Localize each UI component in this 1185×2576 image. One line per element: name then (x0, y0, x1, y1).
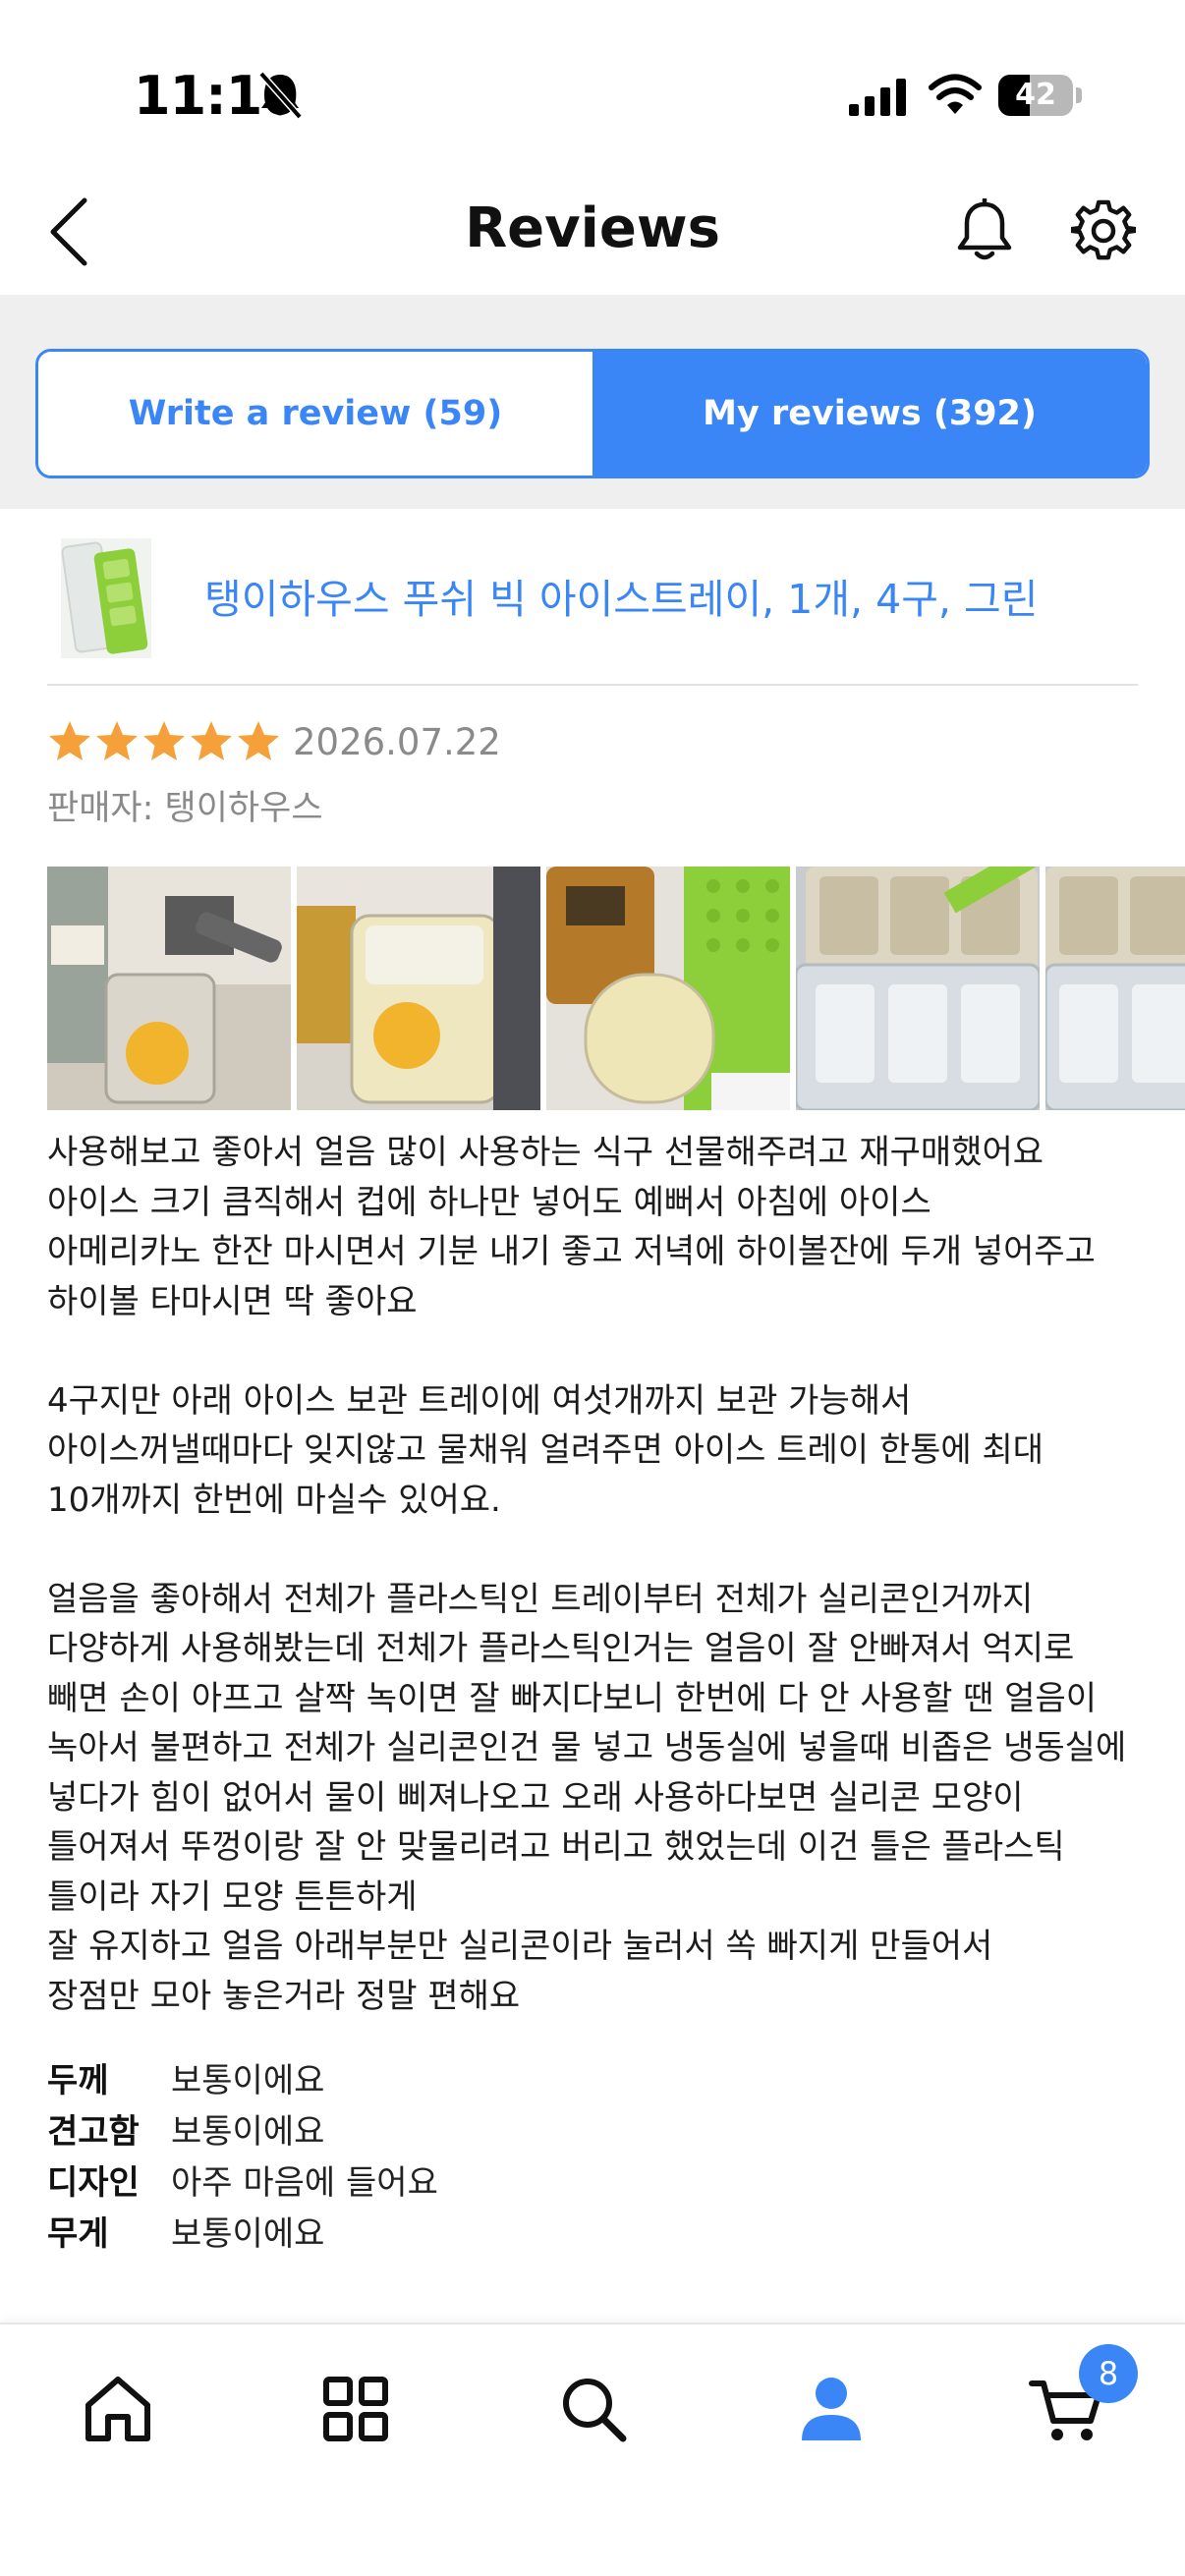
review-photo[interactable] (796, 867, 1040, 1110)
product-thumbnail[interactable] (61, 538, 151, 658)
bell-icon[interactable] (953, 198, 1016, 265)
attribute-row: 무게 보통이에요 (47, 2205, 1138, 2256)
review-date: 2026.07.22 (293, 720, 501, 763)
battery-level: 42 (1015, 78, 1056, 112)
seller-name: 판매자: 탱이하우스 (47, 789, 323, 828)
gear-icon[interactable] (1071, 198, 1136, 263)
review-body: 사용해보고 좋아서 얼음 많이 사용하는 식구 선물해주려고 재구매했어요 아이… (47, 1133, 1127, 2016)
star-icon (49, 721, 90, 760)
attribute-key: 디자인 (47, 2162, 140, 2203)
review-photos (47, 867, 1185, 1112)
status-bar: 11:10 42 (0, 0, 1185, 167)
home-icon[interactable] (79, 2370, 157, 2448)
attribute-value: 아주 마음에 들어요 (171, 2162, 438, 2203)
attribute-value: 보통이에요 (171, 2111, 325, 2152)
review-photo[interactable] (1045, 867, 1185, 1110)
attribute-row: 디자인 아주 마음에 들어요 (47, 2154, 1138, 2205)
header: Reviews (0, 167, 1185, 295)
attribute-key: 무게 (47, 2213, 109, 2254)
attribute-value: 보통이에요 (171, 2213, 325, 2254)
star-icon (238, 721, 279, 760)
review-photo[interactable] (47, 867, 291, 1110)
search-icon[interactable] (554, 2370, 633, 2448)
star-icon (143, 721, 185, 760)
review-attributes: 두께 보통이에요 견고함 보통이에요 디자인 아주 마음에 들어요 무게 보통이… (47, 2051, 1138, 2256)
star-rating (47, 719, 281, 764)
review-photo[interactable] (297, 867, 540, 1110)
tab-my-reviews[interactable]: My reviews (392) (592, 352, 1147, 476)
cellular-signal-icon (849, 79, 906, 116)
product-row[interactable]: 탱이하우스 푸쉬 빅 아이스트레이, 1개, 4구, 그린 (47, 509, 1138, 686)
cart-badge: 8 (1079, 2344, 1138, 2403)
attribute-row: 두께 보통이에요 (47, 2051, 1138, 2102)
bell-slash-icon (258, 71, 303, 120)
attribute-row: 견고함 보통이에요 (47, 2102, 1138, 2154)
rating-row: 2026.07.22 (47, 717, 501, 766)
tab-write-review[interactable]: Write a review (59) (38, 352, 592, 476)
attribute-value: 보통이에요 (171, 2060, 325, 2100)
battery-icon: 42 (998, 75, 1082, 116)
bottom-nav: 8 (0, 2323, 1185, 2576)
review-tabs: Write a review (59) My reviews (392) (35, 349, 1150, 478)
attribute-key: 두께 (47, 2060, 109, 2100)
wifi-icon (929, 74, 982, 114)
tabs-band: Write a review (59) My reviews (392) (0, 295, 1185, 509)
categories-grid-icon[interactable] (316, 2370, 395, 2448)
product-name[interactable]: 탱이하우스 푸쉬 빅 아이스트레이, 1개, 4구, 그린 (204, 566, 1038, 625)
review-photo[interactable] (546, 867, 790, 1110)
star-icon (191, 721, 232, 760)
attribute-key: 견고함 (47, 2111, 140, 2152)
star-icon (96, 721, 138, 760)
profile-icon[interactable] (792, 2370, 871, 2448)
